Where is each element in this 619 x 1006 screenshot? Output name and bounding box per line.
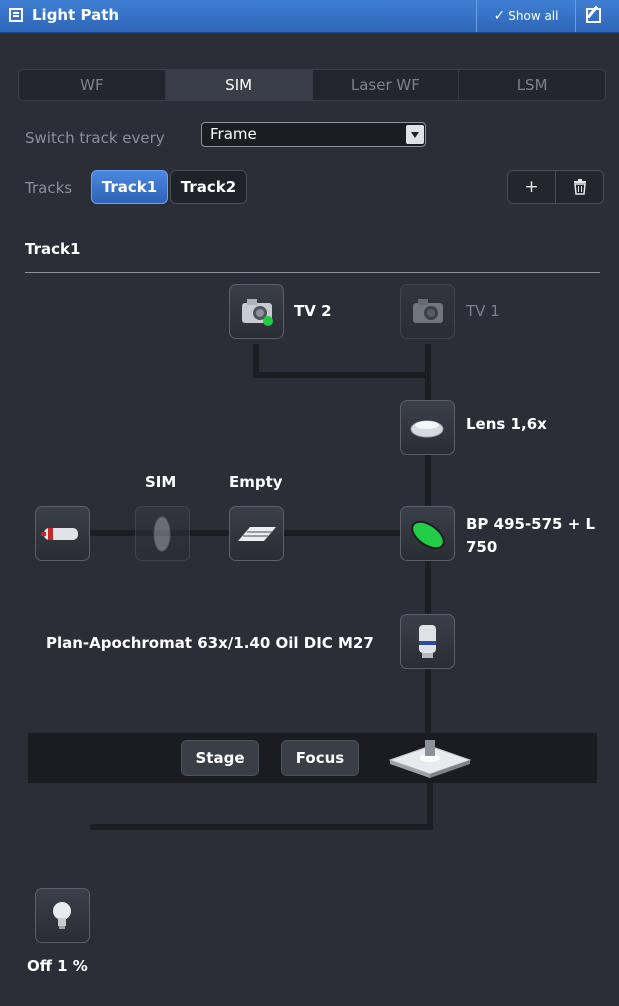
tracks-label: Tracks [25, 179, 73, 197]
lens-icon [410, 420, 444, 438]
tab-lsm[interactable]: LSM [459, 70, 605, 100]
camera-tv2[interactable] [229, 284, 284, 339]
empty-label: Empty [229, 473, 283, 491]
track1-button[interactable]: Track1 [91, 170, 168, 204]
tab-wf[interactable]: WF [19, 70, 166, 100]
sim-label: SIM [145, 473, 177, 491]
path-line [427, 783, 433, 830]
stage-icon[interactable] [388, 738, 472, 778]
lens-button[interactable] [400, 400, 455, 455]
switch-track-value: Frame [210, 125, 257, 143]
show-all-toggle[interactable]: ✓ Show all [476, 0, 576, 32]
tab-laser-wf[interactable]: Laser WF [313, 70, 460, 100]
lamp-label: Off 1 % [27, 957, 88, 975]
trash-icon [573, 179, 586, 195]
laser-icon [41, 528, 78, 540]
filter-label-line2: 750 [466, 538, 498, 556]
window-title: Light Path [32, 6, 120, 24]
switch-track-label: Switch track every [25, 129, 165, 147]
panel-icon [9, 8, 23, 22]
objective-icon [419, 625, 436, 658]
title-bar: Light Path ✓ Show all [0, 0, 619, 33]
track-add-remove: + [507, 170, 604, 204]
divider [25, 272, 600, 273]
mode-tabs: WF SIM Laser WF LSM [18, 69, 606, 101]
tab-sim[interactable]: SIM [165, 70, 313, 100]
camera-icon [242, 299, 273, 326]
focus-button[interactable]: Focus [281, 740, 359, 776]
path-line [253, 372, 431, 378]
filter-slider-icon [238, 527, 276, 541]
checkmark-icon: ✓ [493, 8, 506, 24]
filter-icon [411, 520, 445, 550]
lamp-icon [53, 902, 71, 929]
switch-track-select[interactable]: Frame [201, 122, 426, 147]
add-track-button[interactable]: + [508, 171, 556, 203]
track2-button[interactable]: Track2 [170, 170, 247, 204]
path-line [90, 824, 433, 830]
chevron-down-icon [406, 125, 424, 144]
show-all-label: Show all [508, 9, 559, 23]
tv2-label: TV 2 [294, 302, 332, 320]
lamp-button[interactable] [35, 888, 90, 943]
edit-icon[interactable] [586, 8, 601, 23]
objective-button[interactable] [400, 614, 455, 669]
sim-button[interactable] [135, 506, 190, 561]
camera-tv1[interactable] [400, 284, 455, 339]
lens-label: Lens 1,6x [466, 415, 547, 433]
remove-track-button[interactable] [556, 171, 603, 203]
tv1-label: TV 1 [466, 302, 500, 320]
objective-label: Plan-Apochromat 63x/1.40 Oil DIC M27 [46, 634, 374, 652]
sim-grating-icon [153, 516, 171, 552]
filter-label-line1: BP 495-575 + L [466, 515, 596, 533]
empty-button[interactable] [229, 506, 284, 561]
track-heading: Track1 [25, 240, 81, 258]
camera-icon [413, 299, 443, 323]
stage-button[interactable]: Stage [181, 740, 259, 776]
laser-button[interactable] [35, 506, 90, 561]
filter-button[interactable] [400, 506, 455, 561]
